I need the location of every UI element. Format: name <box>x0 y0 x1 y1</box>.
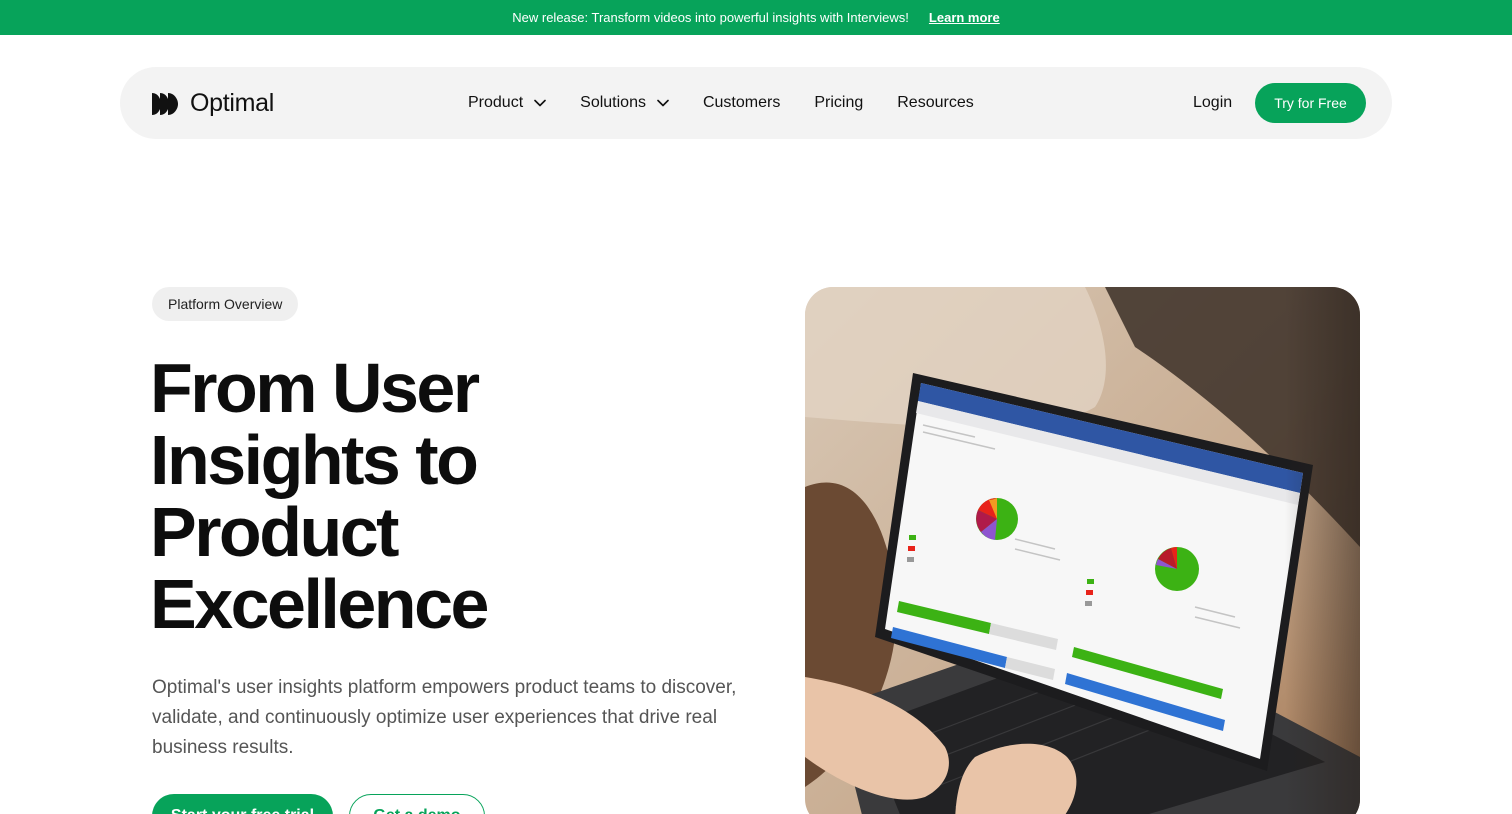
nav-item-label: Resources <box>897 94 974 111</box>
get-demo-button[interactable]: Get a demo <box>349 794 485 814</box>
try-for-free-button[interactable]: Try for Free <box>1255 83 1366 123</box>
chevron-down-icon <box>534 99 546 107</box>
main-nav: Optimal Product Solutions Customers Pric… <box>120 67 1392 139</box>
announcement-banner: New release: Transform videos into power… <box>0 0 1512 35</box>
nav-item-label: Customers <box>702 94 781 111</box>
start-free-trial-button[interactable]: Start your free trial <box>152 794 333 814</box>
nav-item-label: Solutions <box>580 94 646 111</box>
laptop-illustration <box>805 287 1360 814</box>
nav-item-label: Pricing <box>814 94 864 111</box>
hero-image <box>805 287 1360 814</box>
nav-item-resources[interactable]: Resources <box>897 94 973 112</box>
nav-item-pricing[interactable]: Pricing <box>814 94 863 112</box>
nav-item-solutions[interactable]: Solutions <box>580 94 669 112</box>
banner-text: New release: Transform videos into power… <box>512 10 909 25</box>
platform-overview-badge: Platform Overview <box>152 287 299 321</box>
nav-menu: Product Solutions Customers Pricing Reso… <box>468 67 1008 139</box>
logo[interactable]: Optimal <box>152 89 274 118</box>
chevron-down-icon <box>657 99 669 107</box>
nav-item-customers[interactable]: Customers <box>703 94 780 112</box>
learn-more-link[interactable]: Learn more <box>929 10 1000 25</box>
logo-text: Optimal <box>190 89 275 117</box>
hero-title: From User Insights to Product Excellence <box>150 349 489 643</box>
login-link[interactable]: Login <box>1193 94 1232 112</box>
optimal-logo-icon <box>152 92 178 115</box>
hero-subtitle: Optimal's user insights platform empower… <box>152 677 737 758</box>
nav-item-label: Product <box>468 94 524 111</box>
nav-item-product[interactable]: Product <box>468 94 546 112</box>
